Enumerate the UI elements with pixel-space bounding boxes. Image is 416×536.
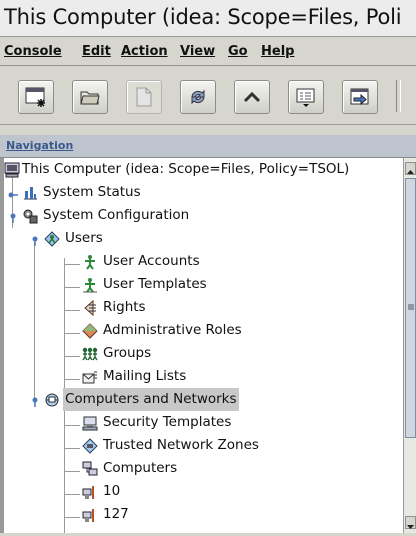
computer-subnet-icon	[82, 509, 94, 522]
grip-icon	[408, 304, 414, 310]
scroll-up-button[interactable]	[405, 162, 416, 175]
open-console-button[interactable]	[18, 80, 54, 114]
document-icon	[136, 87, 152, 107]
tree-connector	[64, 425, 80, 426]
navigation-header: Navigation	[0, 135, 416, 158]
menu-go[interactable]: Go	[228, 44, 248, 59]
expanded-handle-icon[interactable]	[30, 236, 40, 246]
tree-connector	[64, 356, 80, 357]
user-template-icon	[83, 278, 97, 293]
navigation-tree[interactable]: This Computer (idea: Scope=Files, Policy…	[3, 158, 404, 533]
groups-icon	[82, 347, 98, 361]
view-options-icon	[296, 88, 315, 107]
open-console-icon	[25, 87, 45, 107]
expanded-handle-icon[interactable]	[30, 397, 40, 407]
computers-icon	[82, 461, 98, 476]
menu-console[interactable]: Console	[4, 44, 62, 59]
import-export-icon	[350, 88, 369, 106]
scroll-down-button[interactable]	[405, 516, 416, 529]
tree-scrollbar[interactable]	[403, 158, 416, 533]
collapsed-handle-icon[interactable]	[8, 190, 18, 200]
scroll-thumb[interactable]	[405, 178, 416, 438]
open-folder-button[interactable]	[72, 80, 108, 114]
navigation-title: Navigation	[6, 139, 74, 152]
folder-icon	[80, 91, 100, 105]
config-icon	[23, 209, 38, 224]
menu-edit[interactable]: Edit	[82, 44, 111, 59]
tree-connector	[64, 448, 80, 449]
mailing-list-icon	[82, 371, 97, 384]
up-arrow-icon	[243, 91, 261, 103]
window-titlebar: This Computer (idea: Scope=Files, Poli	[0, 0, 416, 37]
tree-connector	[64, 287, 80, 288]
view-options-button[interactable]	[288, 80, 324, 114]
menu-help[interactable]: Help	[261, 44, 294, 59]
tree-connector	[64, 264, 80, 265]
tree-connector	[64, 396, 65, 533]
import-export-button[interactable]	[342, 80, 378, 114]
tree-connector	[64, 517, 80, 518]
network-icon	[45, 393, 59, 407]
toolbar-separator	[396, 80, 401, 112]
network-zone-icon	[82, 438, 98, 454]
tree-connector	[64, 258, 65, 388]
refresh-button[interactable]	[180, 80, 216, 114]
menu-view[interactable]: View	[180, 44, 215, 59]
status-chart-icon	[24, 187, 37, 200]
caret-up-icon	[407, 170, 414, 174]
toolbar	[0, 66, 416, 125]
tree-connector	[64, 379, 80, 380]
menu-action[interactable]: Action	[121, 44, 168, 59]
users-icon	[44, 231, 60, 247]
computer-icon	[4, 162, 20, 178]
computer-subnet-icon	[82, 486, 94, 499]
up-level-button[interactable]	[234, 80, 270, 114]
expanded-handle-icon[interactable]	[8, 213, 18, 223]
user-account-icon	[85, 255, 95, 270]
new-document-button[interactable]	[126, 80, 162, 114]
window-title: This Computer (idea: Scope=Files, Poli	[4, 5, 402, 29]
role-icon	[82, 323, 98, 339]
security-template-icon	[82, 416, 98, 431]
tree-connector	[34, 242, 35, 404]
tree-connector	[64, 471, 80, 472]
tree-connector	[64, 494, 80, 495]
tree-connector	[64, 333, 80, 334]
tree-connector	[64, 310, 80, 311]
menu-bar: Console Edit Action View Go Help	[0, 37, 416, 66]
rights-icon	[84, 300, 96, 316]
refresh-icon	[191, 89, 205, 105]
caret-down-icon	[407, 525, 414, 529]
